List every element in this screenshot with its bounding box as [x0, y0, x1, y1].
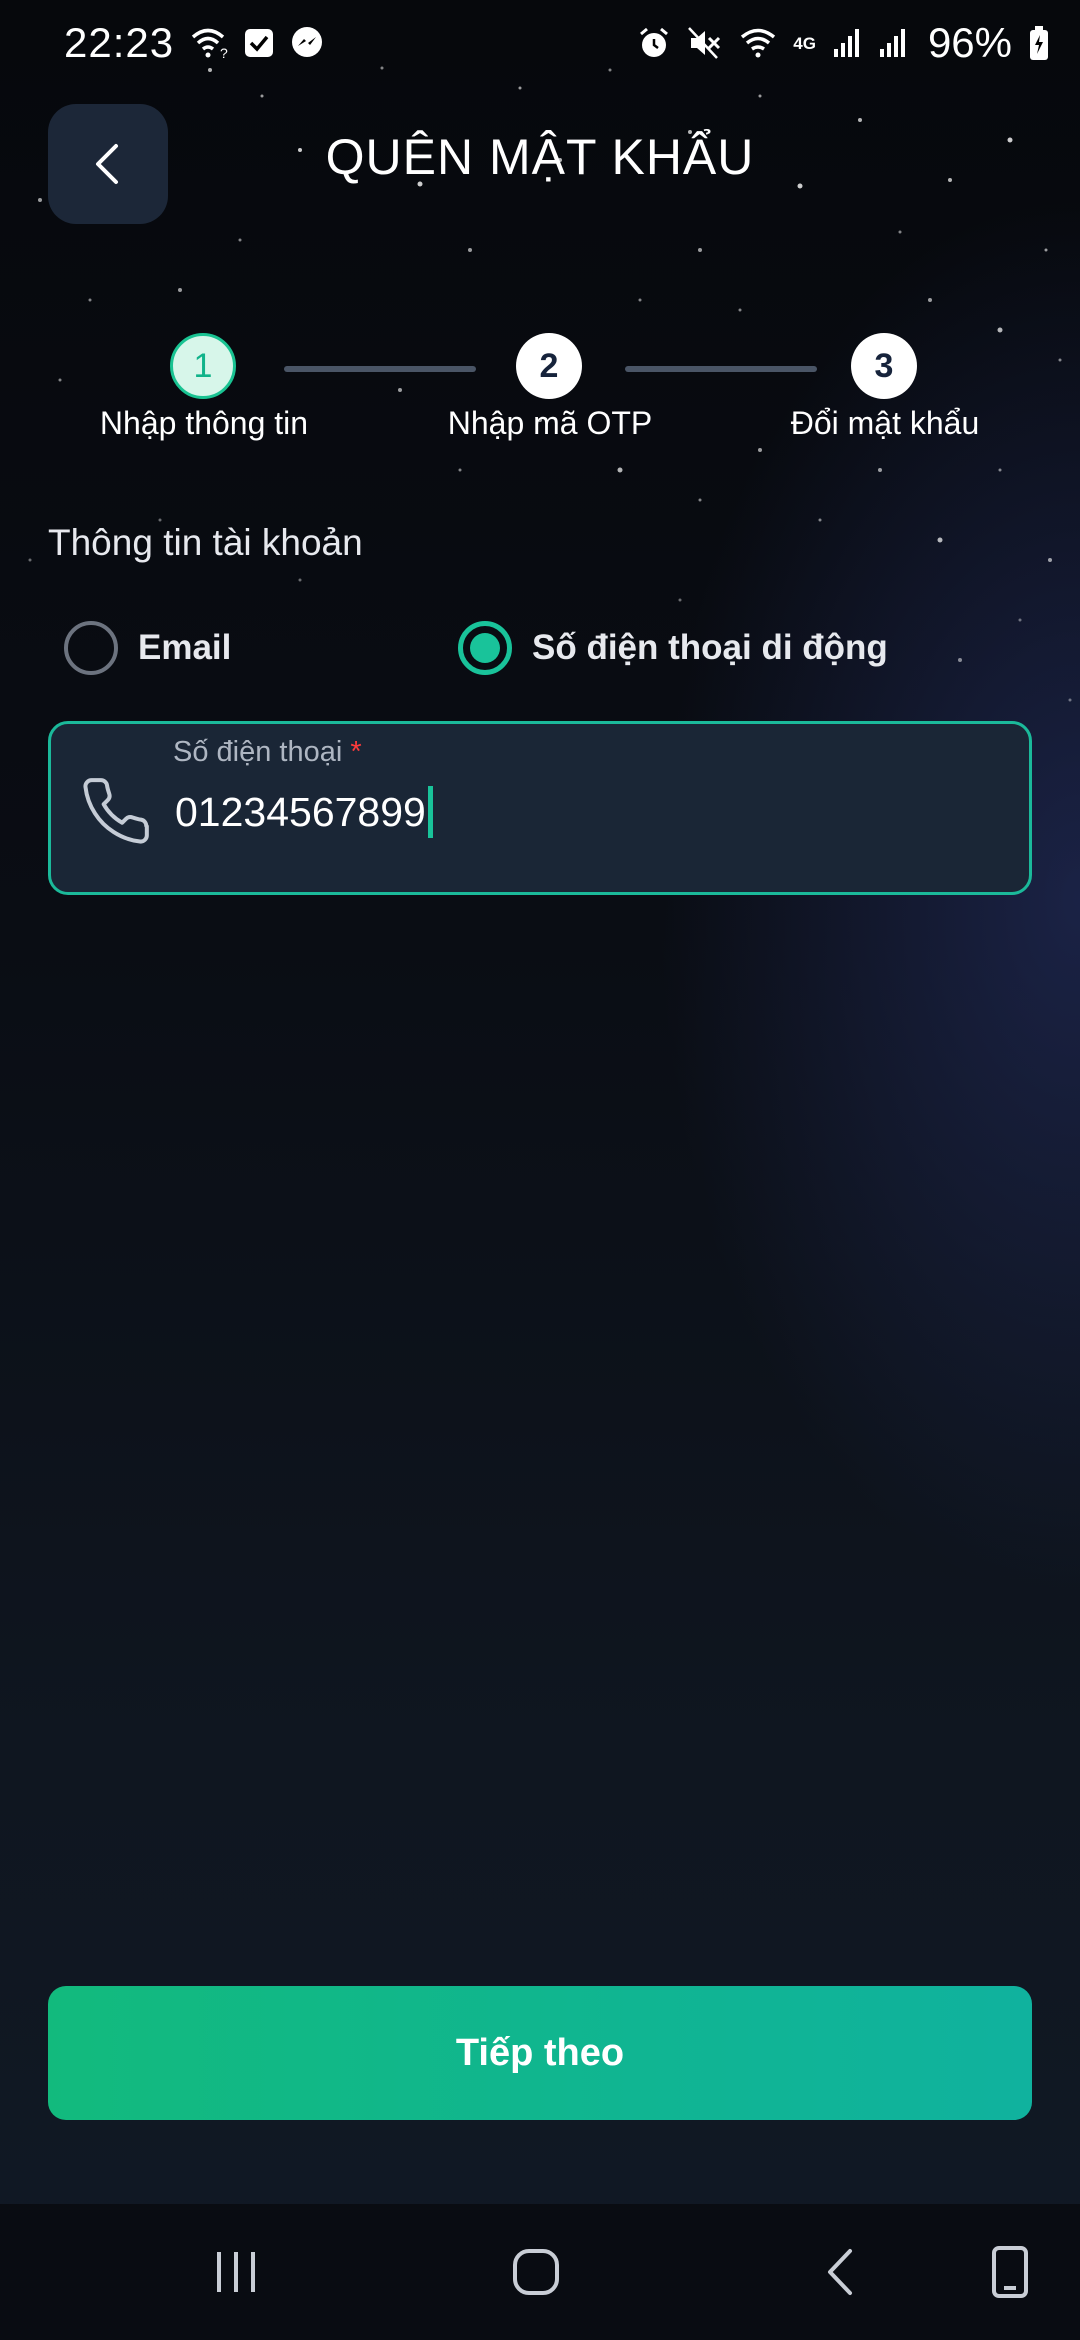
- step-2-indicator: 2: [516, 333, 582, 399]
- status-time: 22:23: [64, 19, 175, 66]
- battery-percent: 96%: [927, 19, 1012, 66]
- radio-button-unselected[interactable]: [64, 621, 118, 675]
- status-bar-right: 4G 96%: [637, 19, 1050, 67]
- radio-option-phone[interactable]: Số điện thoại di động: [458, 612, 888, 684]
- radio-button-selected[interactable]: [458, 621, 512, 675]
- phone-field-label: Số điện thoại *: [173, 736, 362, 769]
- next-button[interactable]: Tiếp theo: [48, 1986, 1032, 2120]
- back-nav-button[interactable]: [800, 2204, 880, 2340]
- step-1-label: Nhập thông tin: [99, 405, 309, 441]
- step-3-indicator: 3: [851, 333, 917, 399]
- svg-text:?: ?: [220, 45, 228, 60]
- step-3-label: Đổi mật khẩu: [790, 405, 980, 441]
- recent-apps-icon: [217, 2252, 255, 2292]
- signal-icon: [878, 27, 908, 59]
- phone-input-value: 01234567899: [175, 788, 426, 835]
- status-bar-left: 22:23 ?: [64, 19, 324, 67]
- mute-icon: [687, 26, 723, 60]
- back-icon: [828, 2249, 852, 2295]
- phone-input[interactable]: 01234567899: [175, 786, 433, 838]
- network-4g-label: 4G: [793, 33, 816, 53]
- system-navigation-bar: [0, 2204, 1080, 2340]
- progress-stepper: 1 Nhập thông tin 2 Nhập mã OTP 3 Đổi mật…: [0, 330, 1080, 460]
- phone-field-label-text: Số điện thoại: [173, 736, 343, 768]
- status-bar: 22:23 ? 4G 96%: [0, 0, 1080, 86]
- step-connector: [625, 366, 817, 372]
- step-connector: [284, 366, 476, 372]
- radio-option-email[interactable]: Email: [64, 612, 231, 684]
- signal-icon: [832, 27, 862, 59]
- recent-apps-button[interactable]: [196, 2204, 276, 2340]
- home-button[interactable]: [496, 2204, 576, 2340]
- radio-label-email: Email: [138, 628, 232, 667]
- page-title: QUÊN MẬT KHẨU: [325, 129, 755, 185]
- battery-charging-icon: [1028, 25, 1050, 61]
- required-marker: *: [350, 736, 362, 768]
- phone-icon: [79, 774, 153, 853]
- alarm-icon: [637, 26, 671, 60]
- section-label: Thông tin tài khoản: [48, 522, 363, 563]
- step-1-indicator: 1: [170, 333, 236, 399]
- screen-rotate-button[interactable]: [970, 2204, 1050, 2340]
- messenger-icon: [290, 26, 324, 60]
- text-caret: [427, 786, 433, 838]
- step-2-label: Nhập mã OTP: [447, 405, 653, 441]
- home-icon: [513, 2249, 559, 2295]
- radio-selected-dot: [470, 633, 500, 663]
- screen-rotate-icon: [992, 2246, 1028, 2298]
- phone-number-field[interactable]: Số điện thoại * 01234567899: [48, 721, 1032, 895]
- check-box-icon: [244, 28, 274, 58]
- wifi-icon: [739, 27, 777, 59]
- wifi-question-icon: ?: [190, 26, 228, 60]
- radio-label-phone: Số điện thoại di động: [532, 628, 888, 667]
